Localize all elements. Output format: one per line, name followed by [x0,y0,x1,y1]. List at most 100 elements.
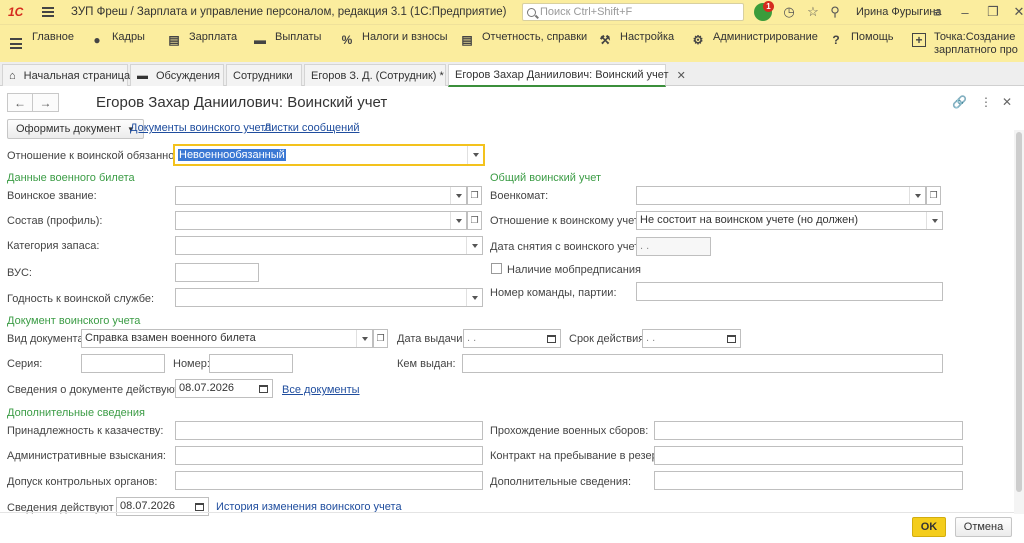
reserve-select[interactable] [175,236,483,255]
cossack-field[interactable] [175,421,483,440]
dropdown-arrow-icon[interactable] [466,289,482,306]
section-document: Документ воинского учета [7,315,141,327]
series-label: Серия: [7,358,43,370]
dropdown-arrow-icon[interactable] [926,212,942,229]
doc-valid-from-field[interactable]: 08.07.2026 [175,379,273,398]
minimize-icon[interactable]: – [956,3,974,21]
section-general-register: Общий воинский учет [490,172,601,184]
section-extra: Дополнительные сведения [7,407,145,419]
doc-kind-field[interactable]: Справка взамен военного билета [81,329,373,348]
footer-divider [0,512,1014,513]
dropdown-arrow-icon[interactable] [467,146,483,164]
tab-discussions[interactable]: ▬ Обсуждения [130,64,224,86]
tab-employee-card[interactable]: Егоров З. Д. (Сотрудник) * [304,64,446,86]
open-icon[interactable]: ❐ [373,329,388,348]
reserve-label: Категория запаса: [7,240,100,252]
people-icon: ● [93,33,101,47]
tab-home[interactable]: ⌂ Начальная страница [2,64,130,86]
mob-order-checkbox[interactable] [491,263,502,274]
restore-icon[interactable]: ❐ [984,3,1002,21]
number-field[interactable] [209,354,293,373]
menu-admin[interactable]: ⚙ Администрирование [691,24,818,62]
close-tab-icon[interactable]: ✕ [677,69,686,82]
team-number-label: Номер команды, партии: [490,287,617,299]
home-icon: ⌂ [9,69,16,82]
staff-label: Состав (профиль): [7,215,103,227]
menu-salary[interactable]: ▤ Зарплата [167,24,237,62]
removal-date-field[interactable]: . . [636,237,711,256]
training-field[interactable] [654,421,963,440]
dropdown-arrow-icon[interactable] [450,212,466,229]
notification-badge: 1 [763,1,774,12]
dropdown-arrow-icon[interactable] [450,187,466,204]
register-relation-select[interactable]: Не состоит на воинском учете (но должен) [636,211,943,230]
message-sheets-link[interactable]: Листки сообщений [264,122,359,134]
close-icon[interactable]: ✕ [1010,3,1024,21]
register-relation-label: Отношение к воинскому учету: [490,215,648,227]
cancel-button[interactable]: Отмена [955,517,1012,537]
history-icon[interactable]: ◷ [780,3,798,21]
calendar-icon[interactable] [723,330,740,347]
ok-button[interactable]: OK [912,517,946,537]
menu-main[interactable]: ≡Главное [10,24,74,62]
menu-settings[interactable]: ⚒ Настройка [598,24,675,62]
report-icon: ▤ [461,33,473,47]
main-menu-icon[interactable] [42,7,54,17]
vus-field[interactable] [175,263,259,282]
training-label: Прохождение военных сборов: [490,425,649,437]
favorites-star-icon[interactable]: ☆ [804,3,822,21]
number-label: Номер: [173,358,210,370]
fitness-select[interactable] [175,288,483,307]
menu-taxes[interactable]: % Налоги и взносы [340,24,448,62]
open-icon[interactable]: ❐ [467,211,482,230]
calendar-icon[interactable] [255,380,272,397]
document-icon: ▤ [168,33,180,47]
tab-employees[interactable]: Сотрудники [226,64,302,86]
dropdown-arrow-icon[interactable] [466,237,482,254]
dropdown-arrow-icon[interactable] [909,187,925,204]
calendar-icon[interactable] [543,330,560,347]
plus-icon: + [912,33,926,47]
removal-date-label: Дата снятия с воинского учета: [490,241,649,253]
staff-field[interactable] [175,211,467,230]
team-number-field[interactable] [636,282,943,301]
access-field[interactable] [175,471,483,490]
settings-menu-icon[interactable]: ≡ [928,3,946,21]
rank-label: Воинское звание: [7,190,97,202]
issue-date-field[interactable]: . . [463,329,561,348]
scrollbar-thumb[interactable] [1016,132,1022,492]
contract-field[interactable] [654,446,963,465]
open-icon[interactable]: ❐ [926,186,941,205]
expiry-label: Срок действия: [569,333,648,345]
back-button[interactable]: ← [7,93,33,112]
menu-payments[interactable]: ▬ Выплаты [253,24,321,62]
menu-point[interactable]: + Точка:Создание зарплатного про [912,24,1024,62]
military-docs-link[interactable]: Документы воинского учета [130,122,271,134]
issue-date-label: Дата выдачи: [397,333,466,345]
additional-info-field[interactable] [654,471,963,490]
mob-order-label: Наличие мобпредписания [507,264,641,276]
menu-hr[interactable]: ● Кадры [90,24,145,62]
valid-from-field[interactable]: 08.07.2026 [116,497,209,516]
forward-button[interactable]: → [33,93,59,112]
dropdown-arrow-icon[interactable] [356,330,372,347]
menu-help[interactable]: ? Помощь [829,24,893,62]
link-icon[interactable]: 🔗 [952,95,967,109]
series-field[interactable] [81,354,165,373]
expiry-field[interactable]: . . [642,329,741,348]
more-icon[interactable]: ⋮ [980,95,992,109]
open-icon[interactable]: ❐ [467,186,482,205]
issuer-field[interactable] [462,354,943,373]
office-field[interactable] [636,186,926,205]
tab-military-record[interactable]: Егоров Захар Даниилович: Воинский учет ✕ [448,64,686,87]
menu-reports[interactable]: ▤ Отчетность, справки [460,24,587,62]
form-close-icon[interactable]: ✕ [1002,95,1012,109]
relation-select[interactable]: Невоеннообязанный [173,144,485,166]
vus-label: ВУС: [7,267,32,279]
rank-field[interactable] [175,186,467,205]
create-document-button[interactable]: Оформить документ ▼ [7,119,144,139]
all-documents-link[interactable]: Все документы [282,384,360,396]
penalty-field[interactable] [175,446,483,465]
search-menu-icon[interactable]: ⚲ [826,3,844,21]
search-input[interactable]: Поиск Ctrl+Shift+F [522,3,744,21]
